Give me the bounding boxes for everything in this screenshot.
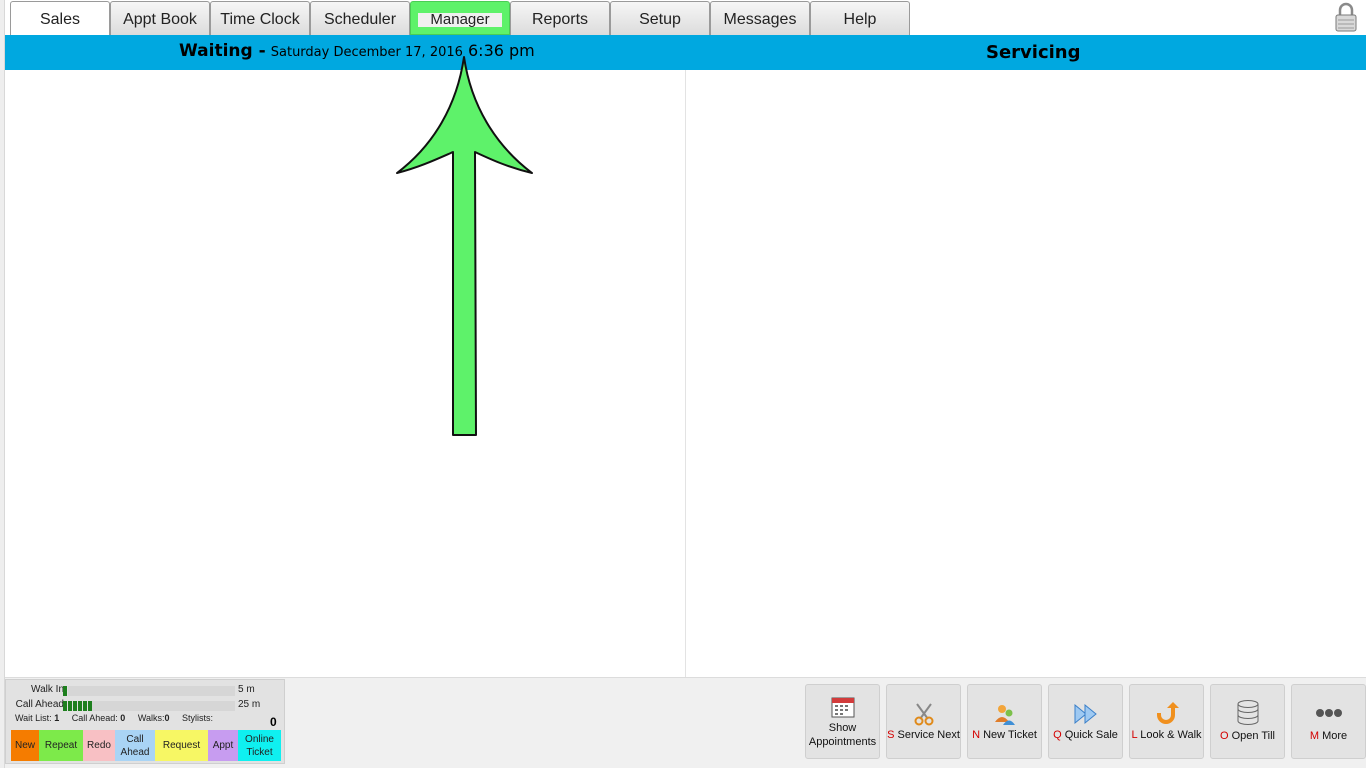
tab-help[interactable]: Help	[810, 1, 910, 35]
ticket-type-legend: New Repeat Redo Call Ahead Request Appt …	[11, 730, 281, 761]
action-label: Show Appointments	[808, 722, 877, 748]
legend-request: Request	[155, 730, 208, 761]
shortcut-key: N	[972, 729, 981, 741]
servicing-title: Servicing	[986, 42, 1081, 63]
look-and-walk-button[interactable]: L Look & Walk	[1129, 684, 1204, 759]
action-label: S Service Next	[887, 728, 960, 742]
show-appointments-button[interactable]: Show Appointments	[805, 684, 880, 759]
tab-scheduler[interactable]: Scheduler	[310, 1, 410, 35]
stylists-label: Stylists:	[182, 713, 214, 723]
shortcut-key: M	[1309, 730, 1320, 742]
call-ahead-bar	[63, 701, 235, 711]
fast-forward-icon	[1073, 701, 1099, 727]
walks-label: Walks:	[137, 713, 165, 723]
action-text: Service Next	[897, 729, 960, 741]
walks-value: 0	[164, 713, 170, 723]
service-next-button[interactable]: S Service Next	[886, 684, 961, 759]
call-ahead-time: 25 m	[238, 699, 261, 710]
window-left-edge	[0, 0, 5, 768]
main-tab-bar: Sales Appt Book Time Clock Scheduler Man…	[10, 1, 910, 36]
waiting-title: Waiting -	[179, 41, 266, 61]
tab-setup[interactable]: Setup	[610, 1, 710, 35]
call-ahead-label: Call Ahead	[15, 699, 64, 710]
quick-sale-button[interactable]: Q Quick Sale	[1048, 684, 1123, 759]
walk-in-label: Walk In	[31, 684, 64, 695]
stylists-count: 0	[270, 715, 277, 729]
lock-icon[interactable]	[1334, 2, 1358, 32]
tab-label: Messages	[723, 11, 797, 28]
walk-in-bar-fill	[63, 686, 69, 696]
tab-label: Manager	[418, 12, 502, 27]
queue-header-bar: Waiting - Saturday December 17, 2016 6:3…	[5, 35, 1366, 70]
more-button[interactable]: M More	[1291, 684, 1366, 759]
shortcut-key: S	[887, 729, 895, 741]
tab-appt-book[interactable]: Appt Book	[110, 1, 210, 35]
walk-in-time: 5 m	[238, 684, 255, 695]
wait-list-label: Wait List:	[15, 713, 52, 723]
coin-stack-icon	[1235, 700, 1261, 726]
new-ticket-button[interactable]: N New Ticket	[967, 684, 1042, 759]
tab-messages[interactable]: Messages	[710, 1, 810, 35]
action-label: L Look & Walk	[1131, 728, 1201, 742]
legend-call-ahead: Call Ahead	[115, 730, 155, 761]
legend-new: New	[11, 730, 39, 761]
tab-label: Setup	[639, 11, 681, 28]
current-date: Saturday December 17, 2016	[270, 45, 463, 60]
action-text: Look & Walk	[1140, 729, 1202, 741]
shortcut-key: O	[1219, 730, 1229, 742]
column-divider	[685, 70, 686, 677]
call-ahead-bar-fill	[63, 701, 93, 711]
tab-sales[interactable]: Sales	[10, 1, 110, 36]
tab-label: Scheduler	[323, 11, 397, 28]
tab-label: Help	[843, 11, 877, 28]
calendar-icon	[830, 694, 856, 720]
wait-list-value: 1	[54, 713, 60, 723]
tab-manager[interactable]: Manager	[410, 1, 510, 35]
open-till-button[interactable]: O Open Till	[1210, 684, 1285, 759]
call-ahead-row: Call Ahead 25 m	[6, 699, 284, 713]
scissors-icon	[911, 701, 937, 727]
action-text: More	[1322, 730, 1348, 742]
action-buttons: Show Appointments S Service Next N New T…	[805, 684, 1366, 759]
u-turn-arrow-icon	[1154, 701, 1180, 727]
wait-status-panel: Walk In 5 m Call Ahead 25 m Wait List: 1…	[5, 679, 285, 764]
action-label: O Open Till	[1220, 729, 1275, 743]
tab-time-clock[interactable]: Time Clock	[210, 1, 310, 35]
wait-stats: Wait List: 1 Call Ahead: 0 Walks:0 Styli…	[15, 713, 213, 723]
tab-label: Sales	[39, 11, 81, 28]
current-time: 6:36 pm	[468, 41, 535, 60]
action-label: Q Quick Sale	[1053, 728, 1118, 742]
tab-label: Reports	[531, 11, 589, 28]
waiting-heading: Waiting - Saturday December 17, 2016 6:3…	[179, 41, 535, 61]
legend-online-ticket: Online Ticket	[238, 730, 281, 761]
shortcut-key: L	[1131, 729, 1138, 741]
legend-repeat: Repeat	[39, 730, 83, 761]
tab-label: Appt Book	[123, 11, 197, 28]
pos-window: Sales Appt Book Time Clock Scheduler Man…	[0, 0, 1366, 768]
tab-label: Time Clock	[220, 11, 300, 28]
action-text: New Ticket	[983, 729, 1037, 741]
action-text: Open Till	[1231, 730, 1276, 742]
shortcut-key: Q	[1053, 729, 1062, 741]
call-ahead-count-value: 0	[120, 713, 126, 723]
legend-appt: Appt	[208, 730, 238, 761]
people-icon	[992, 701, 1018, 727]
action-label: M More	[1310, 729, 1347, 743]
call-ahead-count-label: Call Ahead:	[71, 713, 118, 723]
ellipsis-icon	[1315, 700, 1342, 726]
annotation-arrow-icon	[396, 56, 533, 436]
action-text: Quick Sale	[1064, 729, 1118, 741]
walk-in-bar	[63, 686, 235, 696]
tab-reports[interactable]: Reports	[510, 1, 610, 35]
action-label: N New Ticket	[972, 728, 1037, 742]
legend-redo: Redo	[83, 730, 115, 761]
walk-in-row: Walk In 5 m	[6, 684, 284, 698]
